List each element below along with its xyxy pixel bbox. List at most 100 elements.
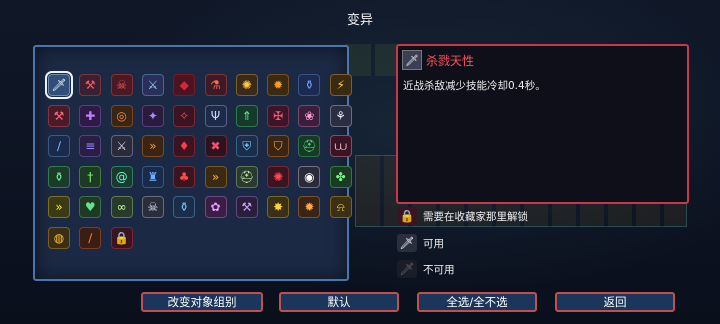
- crossed-skull-icon[interactable]: ✖: [204, 135, 227, 158]
- red-spiral-icon[interactable]: ✺: [267, 165, 290, 188]
- dagger-icon[interactable]: 🗡: [45, 71, 73, 99]
- blue-pot-icon[interactable]: ⚱: [173, 196, 196, 219]
- green-arrow-icon[interactable]: ⇑: [235, 104, 258, 127]
- dagger-dim-icon: 🗡: [397, 260, 417, 278]
- dagger-icon-glyph: 🗡: [51, 78, 67, 92]
- back-button[interactable]: 返回: [555, 292, 675, 312]
- blue-crest-icon[interactable]: ⛨: [235, 135, 258, 158]
- red-shield-icon-glyph: ✠: [273, 108, 284, 123]
- red-drop-icon[interactable]: ♦: [173, 135, 196, 158]
- orange-shield-icon-glyph: ⛉: [273, 139, 283, 154]
- green-swirl-icon[interactable]: @: [110, 165, 133, 188]
- legend-locked-label: 需要在收藏家那里解锁: [423, 210, 528, 223]
- mutation-title: 杀戮天性: [426, 54, 475, 68]
- goggles-icon-glyph: ∞: [116, 200, 127, 215]
- green-arrow-icon-glyph: ⇑: [241, 108, 252, 123]
- rainbow-icon[interactable]: ✺: [235, 74, 258, 96]
- pink-wisp-icon-glyph: ✿: [210, 200, 221, 215]
- legend-available: 🗡 可用: [397, 233, 444, 253]
- rainbow-icon-glyph: ✺: [241, 78, 252, 92]
- blue-potion-icon[interactable]: ⚱: [298, 74, 321, 96]
- purple-cross-icon[interactable]: ✚: [79, 104, 102, 127]
- skull-swords-icon-glyph: ☠: [116, 78, 127, 92]
- red-lock-icon[interactable]: 🔒: [110, 227, 133, 249]
- green-bottle-icon[interactable]: ⚱: [48, 165, 70, 188]
- spike-row-icon[interactable]: ≡: [79, 135, 102, 158]
- target-ring-icon[interactable]: ◎: [110, 104, 133, 127]
- lightning-icon[interactable]: ⚡: [329, 74, 352, 96]
- red-spiral-icon-glyph: ✺: [273, 169, 284, 184]
- red-shield-icon[interactable]: ✠: [267, 104, 290, 127]
- select-all-button[interactable]: 全选/全不选: [417, 292, 537, 312]
- goggles-icon[interactable]: ∞: [110, 196, 133, 219]
- multi-sword-icon[interactable]: ⚔: [141, 74, 164, 96]
- fast-forward-icon[interactable]: »: [48, 196, 70, 219]
- blue-wand-icon[interactable]: ∕: [48, 135, 70, 158]
- fast-forward-icon-glyph: »: [55, 200, 63, 215]
- red-wing-icon-glyph: ✧: [179, 108, 190, 123]
- purple-cross-icon-glyph: ✚: [85, 108, 96, 123]
- gold-bell-icon[interactable]: ⍾: [329, 196, 352, 219]
- pink-flower-icon-glyph: ❀: [304, 108, 315, 123]
- crossed-sword-icon[interactable]: ⚔: [110, 135, 133, 158]
- blue-castle-icon-glyph: ♜: [147, 169, 159, 184]
- red-hammer-icon[interactable]: ⚒: [48, 104, 70, 127]
- default-button[interactable]: 默认: [279, 292, 399, 312]
- gold-bell-icon-glyph: ⍾: [336, 200, 345, 215]
- red-bag-icon[interactable]: ♣: [173, 165, 196, 188]
- sun-burst-icon-glyph: ✸: [273, 200, 284, 215]
- change-group-button[interactable]: 改变对象组别: [141, 292, 263, 312]
- red-vial-icon[interactable]: ⚗: [204, 74, 227, 96]
- sun-burst-icon[interactable]: ✸: [267, 196, 290, 219]
- multi-sword-icon-glyph: ⚔: [147, 78, 159, 92]
- pink-wisp-icon[interactable]: ✿: [204, 196, 227, 219]
- blue-potion-icon-glyph: ⚱: [304, 78, 315, 92]
- screen-title: 变异: [346, 13, 373, 28]
- fang-mouth-icon-glyph: ⩊: [334, 139, 347, 154]
- legend-unavailable: 🗡 不可用: [397, 259, 455, 279]
- eye-icon-glyph: ◉: [304, 169, 315, 184]
- fire-staff-icon-glyph: ∕: [88, 231, 93, 245]
- red-wing-icon[interactable]: ✧: [173, 104, 196, 127]
- wishbone-icon[interactable]: Ψ: [204, 104, 227, 127]
- gold-ring-icon[interactable]: ◍: [48, 227, 70, 249]
- skull-icon[interactable]: ☠: [141, 196, 164, 219]
- white-boot-icon[interactable]: ⚘: [329, 104, 352, 127]
- fire-staff-icon[interactable]: ∕: [79, 227, 102, 249]
- skull-swords-icon[interactable]: ☠: [110, 74, 133, 96]
- green-heart-icon-glyph: ♥: [84, 200, 96, 215]
- blue-castle-icon[interactable]: ♜: [141, 165, 164, 188]
- pickaxe-icon[interactable]: ⚒: [79, 74, 102, 96]
- helmet-icon[interactable]: ⛑: [235, 165, 258, 188]
- green-helm-icon[interactable]: ⛑: [298, 135, 321, 158]
- red-hammer-icon-glyph: ⚒: [53, 108, 65, 123]
- red-drop-icon-glyph: ♦: [178, 139, 190, 154]
- green-sword-icon-glyph: †: [87, 169, 94, 184]
- blue-crest-icon-glyph: ⛨: [242, 139, 252, 154]
- fang-mouth-icon[interactable]: ⩊: [329, 135, 352, 158]
- helmet-icon-glyph: ⛑: [239, 169, 255, 184]
- green-bottle-icon-glyph: ⚱: [53, 169, 65, 184]
- purple-fang-icon[interactable]: ✦: [141, 104, 164, 127]
- green-heart-icon[interactable]: ♥: [79, 196, 102, 219]
- orange-orb-icon[interactable]: ✹: [267, 74, 290, 96]
- red-gem-icon[interactable]: ◆: [173, 74, 196, 96]
- pink-flower-icon[interactable]: ❀: [298, 104, 321, 127]
- dash-icon[interactable]: »: [141, 135, 164, 158]
- spiked-mace-icon[interactable]: ✹: [298, 196, 321, 219]
- spike-row-icon-glyph: ≡: [85, 139, 96, 154]
- mutation-description: 近战杀敌减少技能冷却0.4秒。: [403, 80, 546, 92]
- battle-axe-icon[interactable]: ⚒: [235, 196, 258, 219]
- legend-available-label: 可用: [423, 237, 444, 250]
- mutation-grid-panel: 🗡 ⚒ ☠ ⚔ ◆ ⚗ ✺ ✹ ⚱ ⚡ ⚒ ✚ ◎ ✦ ✧ Ψ ⇑ ✠ ❀ ⚘ ∕ ≡ ⚔ » ♦ ✖ ⛨ ⛉ ⛑ ⩊ ⚱ † @ ♜ ♣ » ⛑ ✺ ◉ ✤…: [33, 45, 352, 281]
- orange-shield-icon[interactable]: ⛉: [267, 135, 290, 158]
- green-cross-icon[interactable]: ✤: [329, 165, 352, 188]
- skull-icon-glyph: ☠: [147, 200, 159, 215]
- green-sword-icon[interactable]: †: [79, 165, 102, 188]
- eye-icon[interactable]: ◉: [298, 165, 321, 188]
- gold-ring-icon-glyph: ◍: [53, 231, 65, 245]
- spiked-mace-icon-glyph: ✹: [304, 200, 315, 215]
- blue-pot-icon-glyph: ⚱: [179, 200, 190, 215]
- legend-locked: 🔒 需要在收藏家那里解锁: [397, 206, 528, 226]
- double-chevron-icon[interactable]: »: [204, 165, 227, 188]
